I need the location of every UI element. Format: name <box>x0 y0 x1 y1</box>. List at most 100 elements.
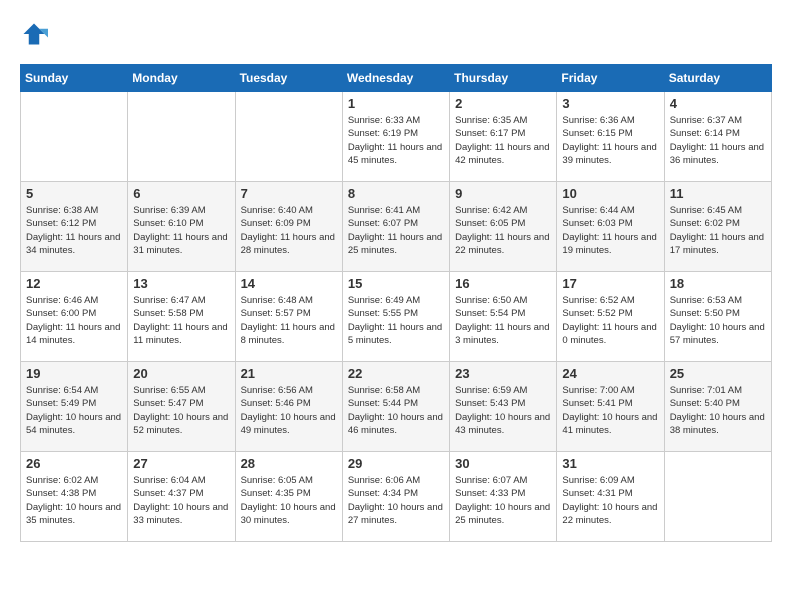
day-number: 5 <box>26 186 122 201</box>
day-number: 9 <box>455 186 551 201</box>
calendar-cell: 25 Sunrise: 7:01 AM Sunset: 5:40 PM Dayli… <box>664 362 771 452</box>
day-number: 24 <box>562 366 658 381</box>
day-number: 31 <box>562 456 658 471</box>
calendar-cell: 12Sunrise: 6:46 AM Sunset: 6:00 PM Dayli… <box>21 272 128 362</box>
day-number: 29 <box>348 456 444 471</box>
day-content: Sunrise: 6:41 AM Sunset: 6:07 PM Dayligh… <box>348 204 444 257</box>
day-number: 18 <box>670 276 766 291</box>
day-content: Sunrise: 6:48 AM Sunset: 5:57 PM Dayligh… <box>241 294 337 347</box>
calendar-cell: 18 Sunrise: 6:53 AM Sunset: 5:50 PM Dayli… <box>664 272 771 362</box>
calendar-day-header: Wednesday <box>342 65 449 92</box>
calendar-week-row: 19 Sunrise: 6:54 AM Sunset: 5:49 PM Dayli… <box>21 362 772 452</box>
calendar-day-header: Monday <box>128 65 235 92</box>
calendar-cell <box>235 92 342 182</box>
day-content: Sunrise: 6:50 AM Sunset: 5:54 PM Dayligh… <box>455 294 551 347</box>
day-number: 2 <box>455 96 551 111</box>
day-number: 6 <box>133 186 229 201</box>
calendar-week-row: 26 Sunrise: 6:02 AM Sunset: 4:38 PM Dayli… <box>21 452 772 542</box>
day-content: Sunrise: 6:36 AM Sunset: 6:15 PM Dayligh… <box>562 114 658 167</box>
day-content: Sunrise: 6:38 AM Sunset: 6:12 PM Dayligh… <box>26 204 122 257</box>
calendar-cell: 13 Sunrise: 6:47 AM Sunset: 5:58 PM Dayli… <box>128 272 235 362</box>
calendar-cell: 8 Sunrise: 6:41 AM Sunset: 6:07 PM Daylig… <box>342 182 449 272</box>
day-number: 28 <box>241 456 337 471</box>
calendar-cell: 6 Sunrise: 6:39 AM Sunset: 6:10 PM Daylig… <box>128 182 235 272</box>
calendar-week-row: 5 Sunrise: 6:38 AM Sunset: 6:12 PM Daylig… <box>21 182 772 272</box>
calendar-cell: 30 Sunrise: 6:07 AM Sunset: 4:33 PM Dayli… <box>450 452 557 542</box>
day-number: 25 <box>670 366 766 381</box>
calendar-cell: 11 Sunrise: 6:45 AM Sunset: 6:02 PM Dayli… <box>664 182 771 272</box>
day-content: Sunrise: 6:47 AM Sunset: 5:58 PM Dayligh… <box>133 294 229 347</box>
day-number: 19 <box>26 366 122 381</box>
day-number: 16 <box>455 276 551 291</box>
day-content: Sunrise: 6:59 AM Sunset: 5:43 PM Dayligh… <box>455 384 551 437</box>
calendar-cell: 20 Sunrise: 6:55 AM Sunset: 5:47 PM Dayli… <box>128 362 235 452</box>
day-number: 30 <box>455 456 551 471</box>
page-header <box>20 20 772 48</box>
calendar-cell: 28 Sunrise: 6:05 AM Sunset: 4:35 PM Dayli… <box>235 452 342 542</box>
day-number: 11 <box>670 186 766 201</box>
day-content: Sunrise: 6:35 AM Sunset: 6:17 PM Dayligh… <box>455 114 551 167</box>
day-content: Sunrise: 6:33 AM Sunset: 6:19 PM Dayligh… <box>348 114 444 167</box>
day-number: 7 <box>241 186 337 201</box>
day-content: Sunrise: 6:05 AM Sunset: 4:35 PM Dayligh… <box>241 474 337 527</box>
day-content: Sunrise: 6:58 AM Sunset: 5:44 PM Dayligh… <box>348 384 444 437</box>
day-content: Sunrise: 6:02 AM Sunset: 4:38 PM Dayligh… <box>26 474 122 527</box>
calendar-cell: 29 Sunrise: 6:06 AM Sunset: 4:34 PM Dayli… <box>342 452 449 542</box>
day-content: Sunrise: 6:07 AM Sunset: 4:33 PM Dayligh… <box>455 474 551 527</box>
day-number: 4 <box>670 96 766 111</box>
day-content: Sunrise: 6:09 AM Sunset: 4:31 PM Dayligh… <box>562 474 658 527</box>
day-number: 27 <box>133 456 229 471</box>
calendar-day-header: Saturday <box>664 65 771 92</box>
day-content: Sunrise: 7:01 AM Sunset: 5:40 PM Dayligh… <box>670 384 766 437</box>
day-content: Sunrise: 6:52 AM Sunset: 5:52 PM Dayligh… <box>562 294 658 347</box>
day-content: Sunrise: 6:37 AM Sunset: 6:14 PM Dayligh… <box>670 114 766 167</box>
day-content: Sunrise: 6:06 AM Sunset: 4:34 PM Dayligh… <box>348 474 444 527</box>
calendar-cell: 15Sunrise: 6:49 AM Sunset: 5:55 PM Dayli… <box>342 272 449 362</box>
day-content: Sunrise: 6:54 AM Sunset: 5:49 PM Dayligh… <box>26 384 122 437</box>
calendar-cell: 10 Sunrise: 6:44 AM Sunset: 6:03 PM Dayli… <box>557 182 664 272</box>
day-content: Sunrise: 6:39 AM Sunset: 6:10 PM Dayligh… <box>133 204 229 257</box>
day-content: Sunrise: 6:44 AM Sunset: 6:03 PM Dayligh… <box>562 204 658 257</box>
calendar-cell: 22 Sunrise: 6:58 AM Sunset: 5:44 PM Dayli… <box>342 362 449 452</box>
day-number: 20 <box>133 366 229 381</box>
calendar-cell <box>664 452 771 542</box>
calendar-cell: 19 Sunrise: 6:54 AM Sunset: 5:49 PM Dayli… <box>21 362 128 452</box>
day-number: 21 <box>241 366 337 381</box>
calendar-cell: 4 Sunrise: 6:37 AM Sunset: 6:14 PM Daylig… <box>664 92 771 182</box>
calendar-cell: 3Sunrise: 6:36 AM Sunset: 6:15 PM Daylig… <box>557 92 664 182</box>
day-number: 14 <box>241 276 337 291</box>
calendar-cell: 26 Sunrise: 6:02 AM Sunset: 4:38 PM Dayli… <box>21 452 128 542</box>
calendar-cell: 9Sunrise: 6:42 AM Sunset: 6:05 PM Daylig… <box>450 182 557 272</box>
day-content: Sunrise: 6:56 AM Sunset: 5:46 PM Dayligh… <box>241 384 337 437</box>
calendar-cell: 27 Sunrise: 6:04 AM Sunset: 4:37 PM Dayli… <box>128 452 235 542</box>
day-content: Sunrise: 6:45 AM Sunset: 6:02 PM Dayligh… <box>670 204 766 257</box>
day-content: Sunrise: 6:04 AM Sunset: 4:37 PM Dayligh… <box>133 474 229 527</box>
day-number: 13 <box>133 276 229 291</box>
calendar-cell: 17 Sunrise: 6:52 AM Sunset: 5:52 PM Dayli… <box>557 272 664 362</box>
calendar-cell: 14 Sunrise: 6:48 AM Sunset: 5:57 PM Dayli… <box>235 272 342 362</box>
day-content: Sunrise: 6:55 AM Sunset: 5:47 PM Dayligh… <box>133 384 229 437</box>
day-number: 8 <box>348 186 444 201</box>
day-number: 17 <box>562 276 658 291</box>
calendar-cell: 24 Sunrise: 7:00 AM Sunset: 5:41 PM Dayli… <box>557 362 664 452</box>
calendar-cell: 5 Sunrise: 6:38 AM Sunset: 6:12 PM Daylig… <box>21 182 128 272</box>
day-content: Sunrise: 6:49 AM Sunset: 5:55 PM Dayligh… <box>348 294 444 347</box>
calendar-cell: 1Sunrise: 6:33 AM Sunset: 6:19 PM Daylig… <box>342 92 449 182</box>
calendar-cell: 31 Sunrise: 6:09 AM Sunset: 4:31 PM Dayli… <box>557 452 664 542</box>
day-number: 22 <box>348 366 444 381</box>
day-content: Sunrise: 6:53 AM Sunset: 5:50 PM Dayligh… <box>670 294 766 347</box>
logo <box>20 20 52 48</box>
calendar-day-header: Sunday <box>21 65 128 92</box>
day-content: Sunrise: 7:00 AM Sunset: 5:41 PM Dayligh… <box>562 384 658 437</box>
calendar-week-row: 12Sunrise: 6:46 AM Sunset: 6:00 PM Dayli… <box>21 272 772 362</box>
day-number: 26 <box>26 456 122 471</box>
calendar-week-row: 1Sunrise: 6:33 AM Sunset: 6:19 PM Daylig… <box>21 92 772 182</box>
day-content: Sunrise: 6:46 AM Sunset: 6:00 PM Dayligh… <box>26 294 122 347</box>
calendar-cell <box>128 92 235 182</box>
day-number: 23 <box>455 366 551 381</box>
calendar-cell: 21 Sunrise: 6:56 AM Sunset: 5:46 PM Dayli… <box>235 362 342 452</box>
day-number: 10 <box>562 186 658 201</box>
calendar-header-row: SundayMondayTuesdayWednesdayThursdayFrid… <box>21 65 772 92</box>
calendar-cell: 23 Sunrise: 6:59 AM Sunset: 5:43 PM Dayli… <box>450 362 557 452</box>
calendar-table: SundayMondayTuesdayWednesdayThursdayFrid… <box>20 64 772 542</box>
